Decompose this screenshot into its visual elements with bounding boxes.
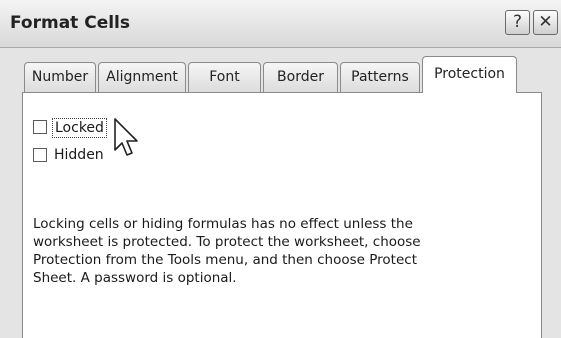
dialog-title: Format Cells	[10, 13, 130, 33]
protection-description: Locking cells or hiding formulas has no …	[33, 215, 453, 287]
locked-label[interactable]: Locked	[52, 118, 107, 138]
description-line: worksheet is protected. To protect the w…	[33, 234, 421, 250]
mouse-cursor-icon	[114, 118, 138, 156]
tab-number[interactable]: Number	[24, 62, 96, 92]
description-line: Locking cells or hiding formulas has no …	[33, 216, 413, 232]
description-line: Sheet. A password is optional.	[33, 270, 237, 286]
tab-patterns[interactable]: Patterns	[340, 62, 420, 92]
format-cells-dialog: Format Cells ? ✕ Number Alignment Font B…	[0, 0, 561, 338]
close-button[interactable]: ✕	[533, 10, 558, 35]
title-bar: Format Cells ? ✕	[0, 0, 561, 48]
help-button[interactable]: ?	[505, 10, 530, 35]
tab-protection[interactable]: Protection	[422, 56, 517, 93]
description-line: Protection from the Tools menu, and then…	[33, 252, 417, 268]
tab-border[interactable]: Border	[263, 62, 338, 92]
tab-font[interactable]: Font	[188, 62, 261, 92]
hidden-checkbox[interactable]	[33, 148, 47, 162]
tab-alignment[interactable]: Alignment	[98, 62, 186, 92]
locked-checkbox[interactable]	[33, 120, 47, 134]
hidden-label[interactable]: Hidden	[52, 146, 106, 164]
